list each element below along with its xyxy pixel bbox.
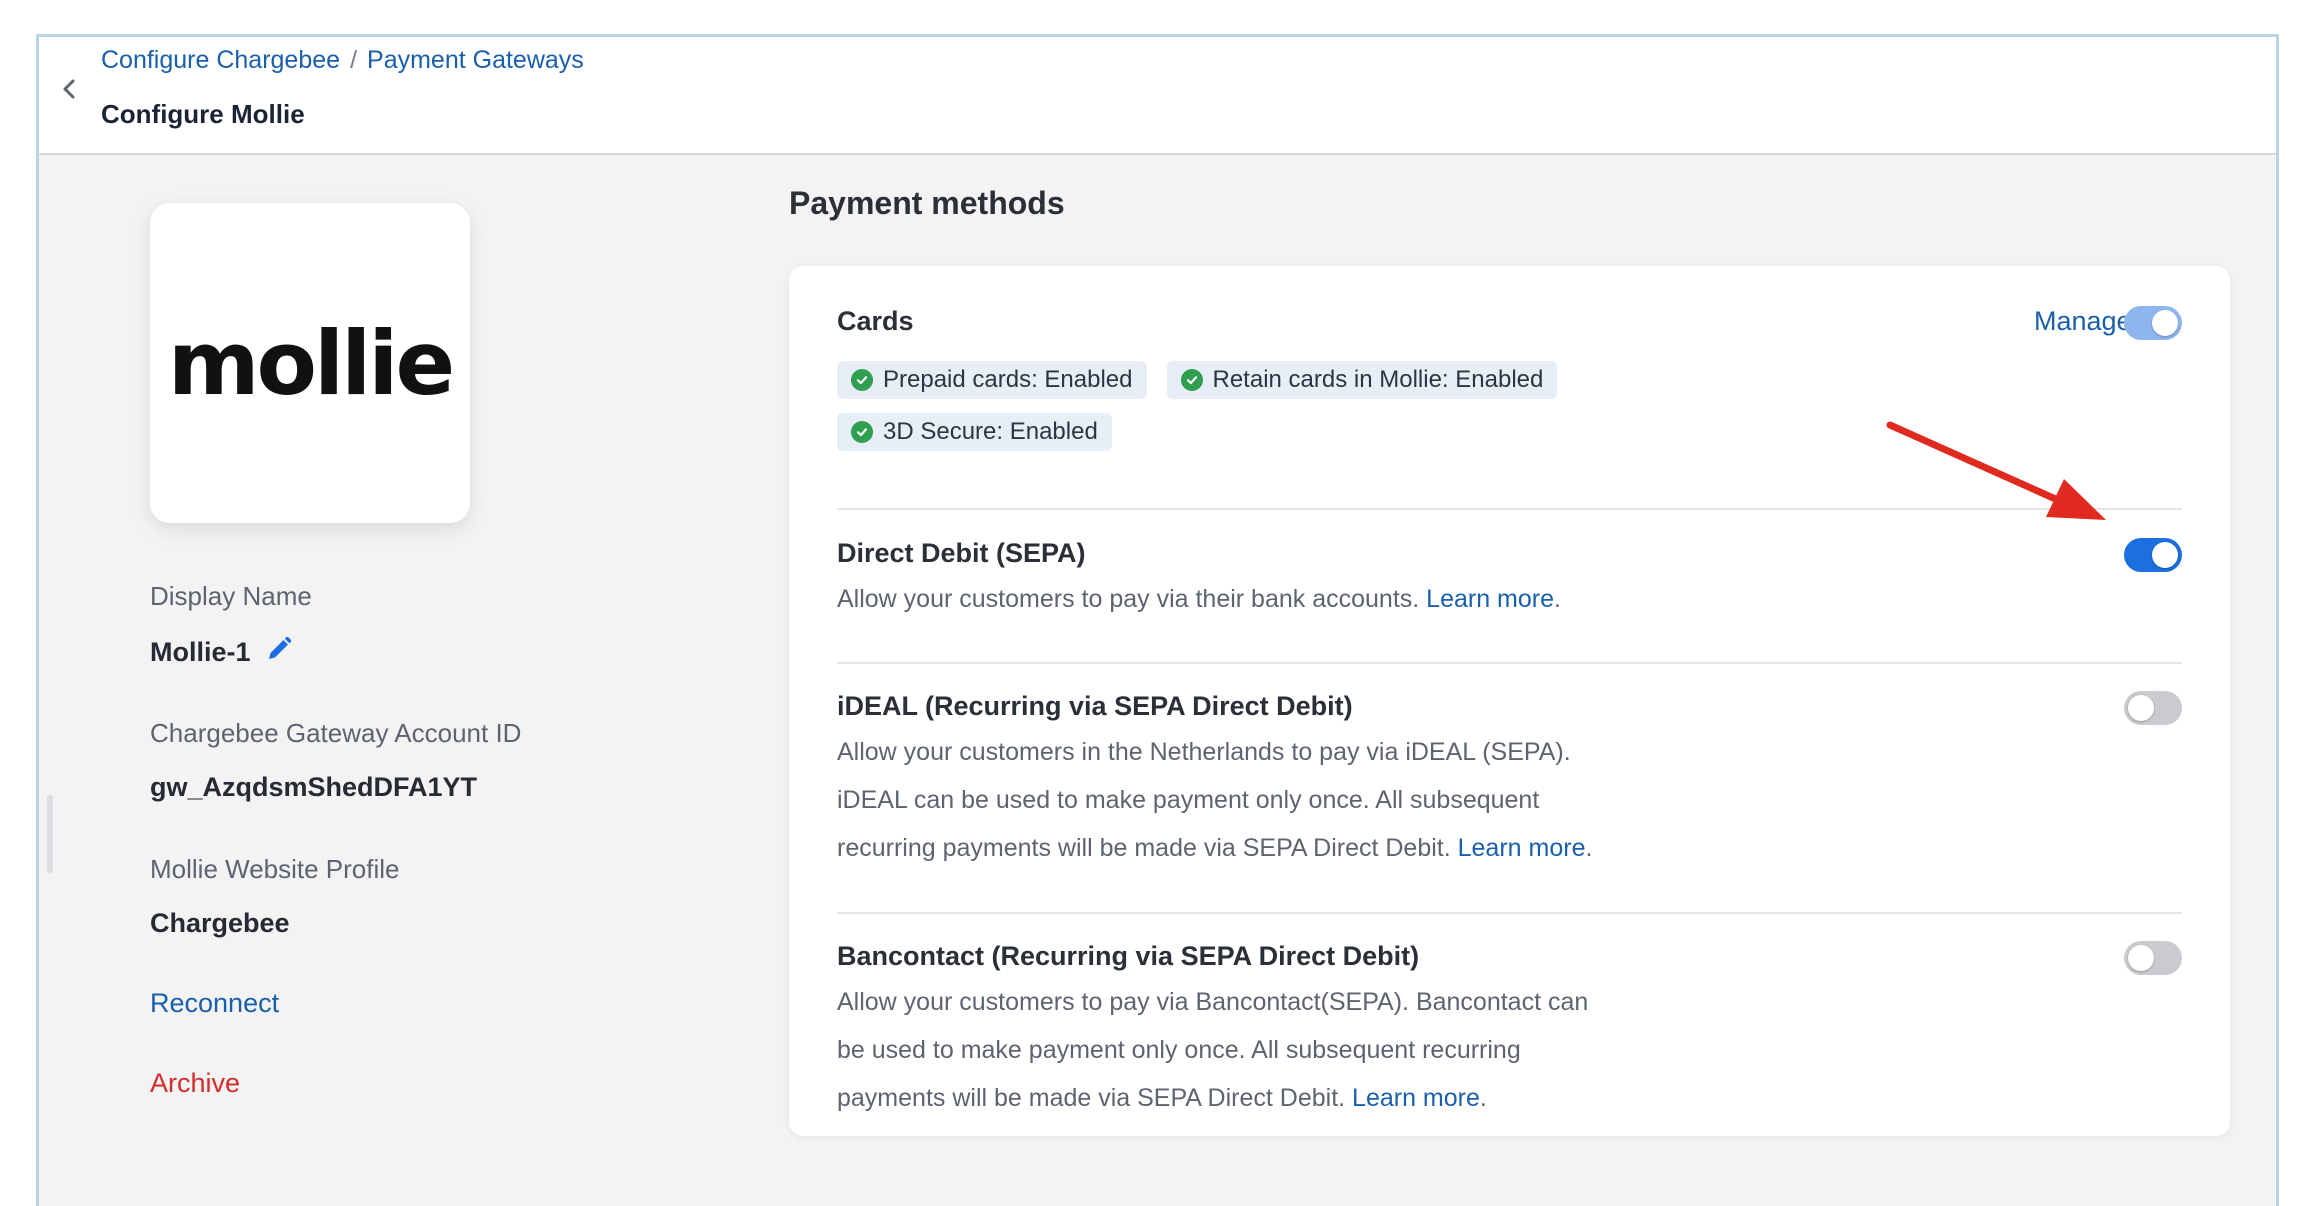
website-profile-label: Mollie Website Profile <box>150 854 400 884</box>
bancontact-desc-line2: be used to make payment only once. All s… <box>837 1036 1521 1064</box>
ideal-desc-line3-row: recurring payments will be made via SEPA… <box>837 824 1627 872</box>
reconnect-link[interactable]: Reconnect <box>150 988 279 1019</box>
archive-link[interactable]: Archive <box>150 1068 240 1099</box>
ideal-description: Allow your customers in the Netherlands … <box>837 728 1627 872</box>
badge-label: 3D Secure: Enabled <box>883 418 1098 445</box>
sepa-description-text: Allow your customers to pay via their ba… <box>837 585 1420 613</box>
breadcrumb-separator: / <box>350 46 358 74</box>
breadcrumb: Configure Chargebee / Payment Gateways <box>101 46 584 75</box>
annotation-arrow-icon <box>1886 421 2106 520</box>
toggle-knob <box>2152 542 2178 568</box>
badge-label: Prepaid cards: Enabled <box>883 366 1133 393</box>
badge-retain-cards: Retain cards in Mollie: Enabled <box>1166 361 1558 399</box>
account-id-label: Chargebee Gateway Account ID <box>150 718 522 748</box>
page-header: Configure Chargebee / Payment Gateways C… <box>39 37 2276 155</box>
ideal-title: iDEAL (Recurring via SEPA Direct Debit) <box>837 691 1353 721</box>
sepa-learn-more-link[interactable]: Learn more <box>1426 585 1554 613</box>
website-profile-value: Chargebee <box>150 908 290 938</box>
cards-toggle[interactable] <box>2124 306 2182 340</box>
method-ideal: iDEAL (Recurring via SEPA Direct Debit) … <box>837 691 2182 872</box>
sepa-title: Direct Debit (SEPA) <box>837 538 1086 568</box>
page-title: Configure Mollie <box>101 99 305 129</box>
period: . <box>1479 1084 1487 1112</box>
mollie-logo: mollie <box>167 311 455 415</box>
payment-methods-card: Cards Prepaid cards: Enabled Retain card… <box>789 266 2230 1136</box>
payment-methods-title: Payment methods <box>789 185 1065 221</box>
account-id-value: gw_AzqdsmShedDFA1YT <box>150 772 478 802</box>
app-window: Configure Chargebee / Payment Gateways C… <box>36 34 2279 1206</box>
toggle-knob <box>2128 695 2154 721</box>
cards-title: Cards <box>837 306 914 336</box>
sepa-toggle[interactable] <box>2124 538 2182 572</box>
bancontact-description: Allow your customers to pay via Banconta… <box>837 978 1627 1122</box>
display-name-row: Mollie-1 <box>150 635 293 670</box>
bancontact-desc-line3-row: payments will be made via SEPA Direct De… <box>837 1074 1627 1122</box>
display-name-value: Mollie-1 <box>150 637 251 667</box>
ideal-desc-line2: iDEAL can be used to make payment only o… <box>837 786 1540 814</box>
ideal-desc-line3: recurring payments will be made via SEPA… <box>837 834 1451 862</box>
badge-prepaid: Prepaid cards: Enabled <box>837 361 1147 399</box>
cards-manage-link[interactable]: Manage <box>2034 306 2132 337</box>
divider <box>837 662 2182 664</box>
method-sepa: Direct Debit (SEPA) Allow your customers… <box>837 538 2182 623</box>
method-bancontact: Bancontact (Recurring via SEPA Direct De… <box>837 941 2182 1122</box>
bancontact-toggle[interactable] <box>2124 941 2182 975</box>
edit-pencil-icon[interactable] <box>265 635 293 670</box>
bancontact-desc-line3: payments will be made via SEPA Direct De… <box>837 1084 1346 1112</box>
breadcrumb-configure-chargebee[interactable]: Configure Chargebee <box>101 46 340 75</box>
toggle-knob <box>2128 945 2154 971</box>
check-circle-icon <box>851 369 873 391</box>
sepa-description: Allow your customers to pay via their ba… <box>837 575 1627 623</box>
display-name-label: Display Name <box>150 581 312 611</box>
resize-handle[interactable] <box>47 795 53 873</box>
check-circle-icon <box>1180 369 1203 391</box>
bancontact-title: Bancontact (Recurring via SEPA Direct De… <box>837 941 1420 971</box>
period: . <box>1554 585 1561 613</box>
divider <box>837 912 2182 914</box>
toggle-knob <box>2152 310 2178 336</box>
cards-badges: Prepaid cards: Enabled Retain cards in M… <box>837 361 1617 451</box>
period: . <box>1585 834 1593 862</box>
ideal-desc-line1: Allow your customers in the Netherlands … <box>837 738 1571 766</box>
check-circle-icon <box>851 421 873 443</box>
ideal-learn-more-link[interactable]: Learn more <box>1458 834 1586 862</box>
bancontact-learn-more-link[interactable]: Learn more <box>1352 1084 1480 1112</box>
breadcrumb-payment-gateways[interactable]: Payment Gateways <box>367 46 584 75</box>
ideal-toggle[interactable] <box>2124 691 2182 725</box>
gateway-logo-card: mollie <box>150 203 470 523</box>
badge-label: Retain cards in Mollie: Enabled <box>1212 366 1544 393</box>
back-chevron-icon[interactable] <box>51 71 87 107</box>
badge-3d-secure: 3D Secure: Enabled <box>837 413 1112 451</box>
bancontact-desc-line1: Allow your customers to pay via Banconta… <box>837 988 1589 1016</box>
